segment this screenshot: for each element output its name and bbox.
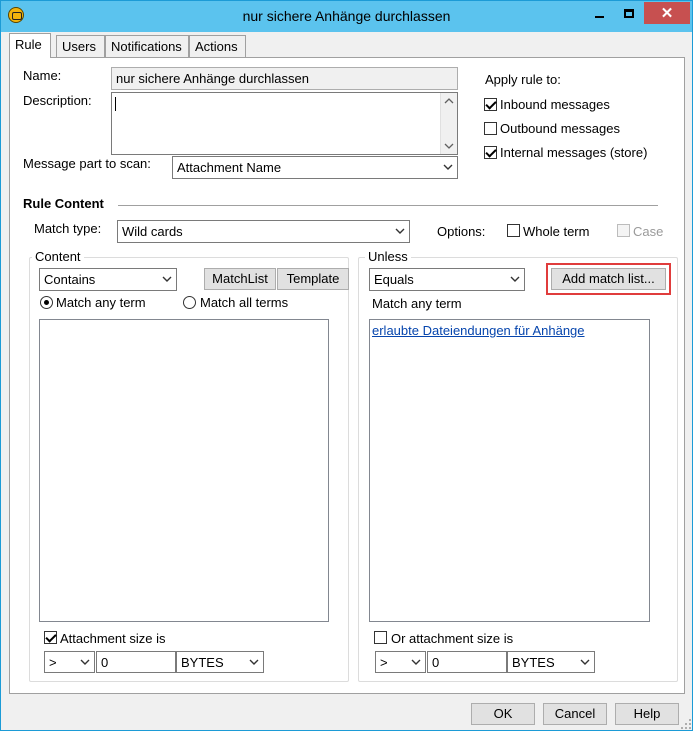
minimize-button[interactable]	[584, 2, 614, 24]
unless-size-unit-select[interactable]: BYTES	[507, 651, 595, 673]
name-label: Name:	[23, 68, 62, 83]
match-all-label: Match all terms	[200, 295, 289, 310]
ok-button[interactable]: OK	[471, 703, 535, 725]
unless-size-op-select[interactable]: >	[375, 651, 426, 673]
match-all-radio[interactable]	[183, 296, 196, 309]
or-attachment-size-checkbox[interactable]	[374, 631, 387, 644]
template-button[interactable]: Template	[277, 268, 349, 290]
size-op-value: >	[380, 655, 388, 670]
unless-terms-list[interactable]: erlaubte Dateiendungen für Anhänge	[369, 319, 650, 622]
match-any-radio[interactable]	[40, 296, 53, 309]
attachment-size-label: Attachment size is	[60, 631, 166, 646]
chevron-down-icon	[411, 659, 421, 665]
content-size-op-select[interactable]: >	[44, 651, 95, 673]
size-op-value: >	[49, 655, 57, 670]
unless-group-label: Unless	[365, 249, 411, 264]
tab-rule[interactable]: Rule	[9, 33, 51, 58]
internal-checkbox[interactable]	[484, 146, 497, 159]
text-cursor	[115, 97, 116, 111]
match-type-value: Wild cards	[122, 224, 183, 239]
help-button[interactable]: Help	[615, 703, 679, 725]
chevron-down-icon	[80, 659, 90, 665]
tab-label: Rule	[15, 37, 42, 52]
tab-label: Users	[62, 39, 96, 54]
content-operator-select[interactable]: Contains	[39, 268, 177, 291]
name-field[interactable]: nur sichere Anhänge durchlassen	[111, 67, 458, 90]
scroll-arrows-icon	[444, 98, 454, 149]
tab-actions[interactable]: Actions	[189, 35, 246, 57]
options-label: Options:	[437, 224, 486, 239]
inbound-label: Inbound messages	[500, 97, 610, 112]
matchlist-button[interactable]: MatchList	[204, 268, 276, 290]
unless-term-item[interactable]: erlaubte Dateiendungen für Anhänge	[372, 323, 585, 338]
chevron-down-icon	[443, 164, 453, 170]
tab-notifications[interactable]: Notifications	[105, 35, 189, 57]
outbound-label: Outbound messages	[500, 121, 620, 136]
apply-rule-title: Apply rule to:	[485, 72, 561, 87]
unless-size-input[interactable]: 0	[427, 651, 507, 673]
resize-grip-icon[interactable]	[680, 718, 692, 730]
match-type-label: Match type:	[34, 221, 102, 236]
size-unit-value: BYTES	[181, 655, 224, 670]
unless-operator-value: Equals	[374, 272, 414, 287]
internal-label: Internal messages (store)	[500, 145, 648, 160]
content-size-input[interactable]: 0	[96, 651, 176, 673]
description-label: Description:	[23, 93, 92, 108]
close-button[interactable]: ✕	[644, 2, 690, 24]
add-match-list-button[interactable]: Add match list...	[551, 268, 666, 290]
content-terms-list[interactable]	[39, 319, 329, 622]
whole-term-label: Whole term	[523, 224, 590, 239]
description-scrollbar[interactable]	[440, 93, 457, 154]
match-type-select[interactable]: Wild cards	[117, 220, 410, 243]
content-size-unit-select[interactable]: BYTES	[176, 651, 264, 673]
cancel-button[interactable]: Cancel	[543, 703, 607, 725]
case-label: Case	[633, 224, 664, 239]
tab-label: Notifications	[111, 39, 182, 54]
description-field[interactable]	[111, 92, 458, 155]
chevron-down-icon	[162, 276, 172, 282]
tab-users[interactable]: Users	[56, 35, 105, 57]
outbound-checkbox[interactable]	[484, 122, 497, 135]
content-group-label: Content	[32, 249, 84, 264]
whole-term-checkbox[interactable]	[507, 224, 520, 237]
divider	[118, 205, 658, 206]
chevron-down-icon	[510, 276, 520, 282]
inbound-checkbox[interactable]	[484, 98, 497, 111]
dialog-window: nur sichere Anhänge durchlassen ✕ Rule U…	[0, 0, 693, 731]
attachment-size-checkbox[interactable]	[44, 631, 57, 644]
or-attachment-size-label: Or attachment size is	[391, 631, 514, 646]
case-checkbox[interactable]	[617, 224, 630, 237]
match-any-label: Match any term	[56, 295, 146, 310]
chevron-down-icon	[580, 659, 590, 665]
rule-panel: Name: nur sichere Anhänge durchlassen De…	[9, 57, 685, 694]
size-unit-value: BYTES	[512, 655, 555, 670]
chevron-down-icon	[395, 228, 405, 234]
message-part-value: Attachment Name	[177, 160, 282, 175]
title-bar[interactable]: nur sichere Anhänge durchlassen ✕	[1, 1, 692, 32]
minimize-icon	[594, 15, 604, 18]
content-operator-value: Contains	[44, 272, 96, 287]
maximize-icon	[624, 8, 634, 18]
message-part-label: Message part to scan:	[23, 156, 151, 171]
maximize-button[interactable]	[614, 2, 644, 24]
message-part-select[interactable]: Attachment Name	[172, 156, 458, 179]
unless-match-any-label: Match any term	[372, 296, 462, 311]
chevron-down-icon	[249, 659, 259, 665]
tab-label: Actions	[195, 39, 238, 54]
close-icon: ✕	[660, 5, 674, 22]
unless-operator-select[interactable]: Equals	[369, 268, 525, 291]
rule-content-heading: Rule Content	[23, 196, 104, 211]
